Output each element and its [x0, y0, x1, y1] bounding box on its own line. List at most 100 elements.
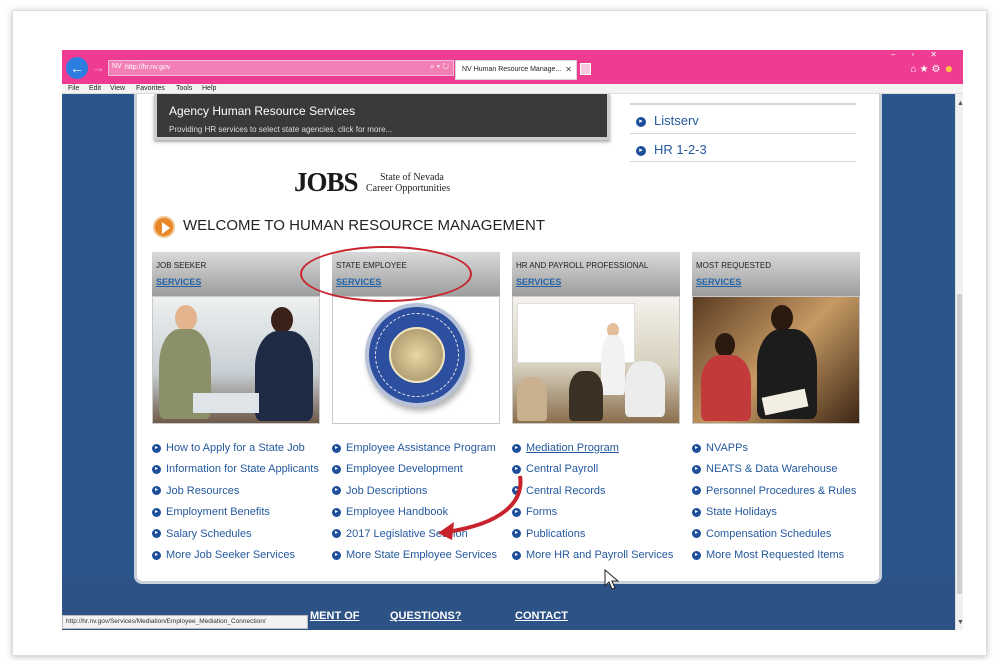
new-tab-button[interactable] — [580, 63, 591, 75]
favorites-star-icon[interactable]: ★ — [920, 64, 932, 75]
list-item[interactable]: ▸ NEATS & Data Warehouse — [692, 463, 860, 484]
column-header: JOB SEEKER SERVICES — [152, 252, 320, 296]
link-label[interactable]: More Job Seeker Services — [166, 549, 295, 561]
tab-close-icon[interactable]: ✕ — [565, 65, 572, 74]
handshake-photo[interactable] — [152, 296, 320, 424]
classroom-photo[interactable] — [512, 296, 680, 424]
arrow-bullet-icon: ▸ — [512, 550, 521, 560]
menu-tools[interactable]: Tools — [176, 84, 192, 94]
list-item[interactable]: ▸ Information for State Applicants — [152, 463, 320, 484]
link-label[interactable]: Information for State Applicants — [166, 463, 319, 475]
agency-hr-banner[interactable]: Agency Human Resource Services Providing… — [154, 94, 610, 140]
link-label[interactable]: Employee Assistance Program — [346, 442, 496, 454]
hr-payroll-services-link[interactable]: SERVICES — [516, 277, 561, 287]
study-photo[interactable] — [692, 296, 860, 424]
list-item[interactable]: ▸ Forms — [512, 506, 680, 527]
list-item[interactable]: ▸ More State Employee Services — [332, 549, 500, 570]
address-url[interactable]: http://hr.nv.gov — [125, 64, 170, 71]
browser-toolbar-icons[interactable]: ⌂★⚙☻ — [910, 64, 957, 75]
arrow-bullet-icon: ▸ — [332, 507, 341, 517]
mediation-program-link[interactable]: Mediation Program — [526, 442, 619, 454]
arrow-bullet-icon: ▸ — [636, 145, 646, 156]
arrow-bullet-icon: ▸ — [152, 550, 161, 560]
list-item[interactable]: ▸ Job Resources — [152, 485, 320, 506]
list-item[interactable]: ▸ Compensation Schedules — [692, 528, 860, 549]
annotation-ellipse — [300, 246, 472, 302]
list-item[interactable]: ▸ Personnel Procedures & Rules — [692, 485, 860, 506]
link-label[interactable]: Publications — [526, 528, 585, 540]
scroll-up-icon[interactable]: ▲ — [957, 100, 963, 107]
link-label[interactable]: How to Apply for a State Job — [166, 442, 305, 454]
list-item[interactable]: ▸ More HR and Payroll Services — [512, 549, 680, 570]
nevada-seal-icon — [365, 303, 469, 407]
link-label[interactable]: Compensation Schedules — [706, 528, 831, 540]
window-controls[interactable]: –▫✕ — [873, 50, 953, 62]
person-head — [271, 307, 293, 333]
settings-gear-icon[interactable]: ⚙ — [932, 64, 944, 75]
list-item[interactable]: ▸ NVAPPs — [692, 442, 860, 463]
tab-label: NV Human Resource Manage... — [462, 66, 562, 73]
banner-title: Agency Human Resource Services — [169, 104, 356, 118]
footer-questions-link[interactable]: QUESTIONS? — [390, 610, 462, 622]
scroll-thumb[interactable] — [957, 294, 962, 594]
banner-subtitle: Providing HR services to select state ag… — [169, 125, 393, 134]
list-item[interactable]: ▸ Publications — [512, 528, 680, 549]
list-item[interactable]: ▸ Central Records — [512, 485, 680, 506]
most-requested-services-link[interactable]: SERVICES — [696, 277, 741, 287]
link-label[interactable]: Job Descriptions — [346, 485, 427, 497]
menu-view[interactable]: View — [110, 84, 125, 94]
list-item[interactable]: ▸ Employment Benefits — [152, 506, 320, 527]
link-label[interactable]: More HR and Payroll Services — [526, 549, 673, 561]
link-label[interactable]: NEATS & Data Warehouse — [706, 463, 837, 475]
link-label[interactable]: Central Records — [526, 485, 605, 497]
address-bar[interactable]: NV http://hr.nv.gov ⌕ ▾ ↻ — [108, 60, 454, 76]
menu-help[interactable]: Help — [202, 84, 216, 94]
mouse-cursor-icon — [604, 569, 620, 590]
footer-department-link[interactable]: MENT OF — [310, 610, 360, 622]
home-icon[interactable]: ⌂ — [910, 64, 919, 75]
column-category: JOB SEEKER — [156, 261, 207, 270]
forward-button[interactable]: → — [92, 59, 106, 77]
list-item[interactable]: ▸ Employee Assistance Program — [332, 442, 500, 463]
hr-123-link[interactable]: ▸ HR 1-2-3 — [636, 142, 707, 157]
list-item[interactable]: ▸ Salary Schedules — [152, 528, 320, 549]
tab-favicon-icon: NV — [462, 66, 472, 73]
list-item[interactable]: ▸ Mediation Program — [512, 442, 680, 463]
column-header: HR AND PAYROLL PROFESSIONAL SERVICES — [512, 252, 680, 296]
listserv-link[interactable]: ▸ Listserv — [636, 113, 699, 128]
back-button[interactable]: ← — [66, 57, 88, 79]
link-label[interactable]: Salary Schedules — [166, 528, 252, 540]
link-label[interactable]: NVAPPs — [706, 442, 748, 454]
link-label[interactable]: More State Employee Services — [346, 549, 497, 561]
address-tools[interactable]: ⌕ ▾ ↻ — [430, 62, 449, 72]
link-label[interactable]: More Most Requested Items — [706, 549, 844, 561]
list-item[interactable]: ▸ Central Payroll — [512, 463, 680, 484]
link-label[interactable]: Employment Benefits — [166, 506, 270, 518]
link-label[interactable]: State Holidays — [706, 506, 777, 518]
vertical-scrollbar[interactable]: ▲ ▼ — [955, 94, 963, 630]
footer-contact-link[interactable]: CONTACT — [515, 610, 568, 622]
arrow-bullet-icon: ▸ — [512, 443, 521, 453]
scroll-down-icon[interactable]: ▼ — [957, 619, 963, 626]
list-item[interactable]: ▸ State Holidays — [692, 506, 860, 527]
link-label[interactable]: Central Payroll — [526, 463, 598, 475]
tab-human-resource[interactable]: NV Human Resource Manage... ✕ — [455, 60, 577, 80]
job-seeker-services-link[interactable]: SERVICES — [156, 277, 201, 287]
jobs-logo-line2: Career Opportunities — [366, 183, 451, 194]
link-label[interactable]: Job Resources — [166, 485, 239, 497]
menu-favorites[interactable]: Favorites — [136, 84, 165, 94]
link-label[interactable]: Personnel Procedures & Rules — [706, 485, 856, 497]
column-hr-payroll: HR AND PAYROLL PROFESSIONAL SERVICES ▸ Me… — [512, 252, 680, 570]
list-item[interactable]: ▸ How to Apply for a State Job — [152, 442, 320, 463]
arrow-bullet-icon: ▸ — [332, 443, 341, 453]
arrow-bullet-icon: ▸ — [332, 486, 341, 496]
list-item[interactable]: ▸ More Job Seeker Services — [152, 549, 320, 570]
page-title: WELCOME TO HUMAN RESOURCE MANAGEMENT — [183, 217, 545, 234]
smiley-icon[interactable]: ☻ — [943, 64, 957, 75]
menu-file[interactable]: File — [68, 84, 79, 94]
state-seal-image[interactable] — [332, 296, 500, 424]
column-job-seeker: JOB SEEKER SERVICES ▸ How to Apply for a … — [152, 252, 320, 570]
menu-edit[interactable]: Edit — [89, 84, 101, 94]
tab-title: Human Resource Manage... — [473, 66, 562, 73]
list-item[interactable]: ▸ More Most Requested Items — [692, 549, 860, 570]
